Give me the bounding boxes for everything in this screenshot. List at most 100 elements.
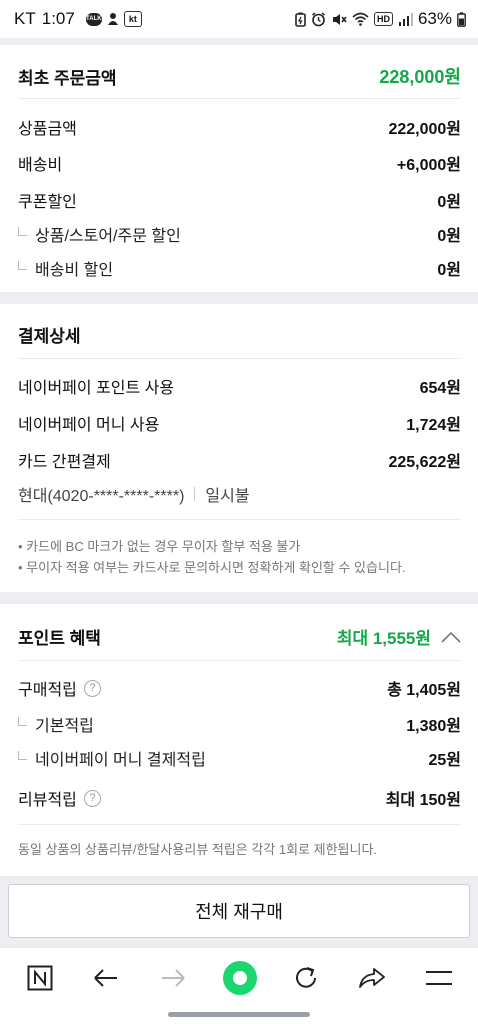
alarm-icon — [311, 11, 326, 27]
points-header-row[interactable]: 포인트 혜택 최대 1,555원 — [18, 624, 461, 649]
indent-icon — [18, 716, 27, 726]
note-line: • 무이자 적용 여부는 카드사로 문의하시면 정확하게 확인할 수 있습니다. — [18, 560, 406, 575]
mute-icon — [331, 12, 347, 27]
payment-title: 결제상세 — [18, 327, 81, 346]
sub-row-label: 배송비 할인 — [18, 256, 113, 280]
refresh-button[interactable] — [286, 962, 326, 994]
review-label-group: 리뷰적립 ? — [18, 786, 101, 810]
menu-button[interactable] — [419, 962, 459, 994]
points-benefit-card: 포인트 혜택 최대 1,555원 구매적립 ? 총 1,405원 기본적립 1,… — [0, 604, 478, 876]
kt-icon: kt — [123, 11, 142, 27]
row-label: 네이버페이 머니 사용 — [18, 417, 160, 434]
row-label: 네이버페이 포인트 사용 — [18, 380, 175, 397]
shipping-discount-row: 배송비 할인 0원 — [18, 256, 461, 280]
sub-row-label: 상품/스토어/주문 할인 — [18, 222, 181, 246]
card-notes: • 카드에 BC 마크가 없는 경우 무이자 할부 적용 불가 • 무이자 적용… — [18, 536, 461, 578]
wifi-icon — [352, 12, 369, 26]
points-max-group: 최대 1,555원 — [337, 624, 461, 649]
row-value: 최대 150원 — [385, 792, 461, 809]
sub-row-label: 기본적립 — [18, 712, 94, 736]
row-value: 222,000원 — [388, 121, 461, 138]
refresh-icon — [296, 967, 316, 988]
row-label: 상품금액 — [18, 121, 77, 138]
kakaotalk-icon: TALK — [85, 12, 102, 26]
divider — [18, 98, 461, 99]
npay-point-row: 네이버페이 포인트 사용 654원 — [18, 374, 461, 398]
row-label: 리뷰적립 — [18, 792, 77, 809]
row-label: 배송비 할인 — [35, 262, 114, 279]
row-value: 654원 — [419, 380, 461, 397]
row-label: 기본적립 — [35, 718, 94, 735]
row-value: 총 1,405원 — [387, 682, 461, 699]
purchase-points-row: 구매적립 ? 총 1,405원 — [18, 676, 461, 700]
card-info-row: 현대(4020-****-****-****) 일시불 — [18, 482, 461, 506]
order-total-amount: 228,000원 — [379, 67, 461, 87]
basic-points-row: 기본적립 1,380원 — [18, 712, 461, 736]
green-dot-icon — [223, 961, 257, 995]
naver-home-button[interactable] — [20, 962, 60, 994]
coupon-discount-row: 쿠폰할인 0원 — [18, 188, 461, 212]
naver-n-icon — [27, 965, 53, 991]
purchase-label-group: 구매적립 ? — [18, 676, 101, 700]
npay-money-row: 네이버페이 머니 사용 1,724원 — [18, 411, 461, 435]
arrow-left-icon — [94, 969, 117, 987]
note-line: • 카드에 BC 마크가 없는 경우 무이자 할부 적용 불가 — [18, 539, 301, 554]
review-note: 동일 상품의 상품리뷰/한달사용리뷰 적립은 각각 1회로 제한됩니다. — [18, 842, 378, 857]
row-label: 네이버페이 머니 결제적립 — [35, 752, 206, 769]
row-value: 0원 — [437, 194, 461, 211]
row-value: 25원 — [428, 752, 461, 769]
indent-icon — [18, 226, 27, 236]
row-label: 쿠폰할인 — [18, 194, 77, 211]
shipping-fee-row: 배송비 +6,000원 — [18, 151, 461, 175]
gesture-bar[interactable] — [168, 1012, 310, 1017]
carrier-label: KT — [14, 9, 36, 28]
green-dot-button[interactable] — [220, 961, 260, 995]
installment-label: 일시불 — [205, 488, 250, 505]
order-summary-card: 최초 주문금액 228,000원 상품금액 222,000원 배송비 +6,00… — [0, 45, 478, 292]
row-value: +6,000원 — [396, 157, 461, 174]
sub-row-label: 네이버페이 머니 결제적립 — [18, 746, 206, 770]
divider — [18, 519, 461, 520]
status-bar: KT 1:07 TALK kt HD 63% — [0, 0, 478, 38]
points-max-amount: 최대 1,555원 — [336, 629, 431, 648]
row-label: 배송비 — [18, 157, 63, 174]
person-icon — [107, 12, 119, 26]
rebuy-all-button[interactable]: 전체 재구매 — [8, 884, 470, 938]
points-title: 포인트 혜택 — [18, 629, 101, 648]
store-discount-row: 상품/스토어/주문 할인 0원 — [18, 222, 461, 246]
row-value: 1,380원 — [406, 718, 461, 735]
arrow-right-icon — [162, 969, 185, 987]
row-value: 225,622원 — [388, 454, 461, 471]
separator — [194, 487, 196, 501]
card-payment-row: 카드 간편결제 225,622원 — [18, 448, 461, 472]
row-label: 상품/스토어/주문 할인 — [35, 228, 181, 245]
help-icon[interactable]: ? — [83, 789, 101, 807]
hamburger-icon — [426, 971, 452, 985]
forward-button[interactable] — [153, 962, 193, 994]
divider — [18, 358, 461, 359]
hd-voice-icon: HD — [373, 12, 393, 26]
battery-icon — [457, 11, 466, 27]
divider — [18, 824, 461, 825]
payment-header-row: 결제상세 — [18, 322, 461, 347]
indent-icon — [18, 750, 27, 760]
money-points-row: 네이버페이 머니 결제적립 25원 — [18, 746, 461, 770]
order-total-row: 최초 주문금액 228,000원 — [18, 63, 461, 89]
row-value: 0원 — [437, 228, 461, 245]
status-left: KT 1:07 TALK kt — [14, 9, 142, 29]
row-value: 1,724원 — [406, 417, 461, 434]
share-button[interactable] — [352, 962, 392, 994]
battery-percent: 63% — [417, 9, 452, 28]
row-value: 0원 — [437, 262, 461, 279]
share-icon — [359, 968, 385, 988]
card-number: 현대(4020-****-****-****) — [18, 488, 185, 505]
row-label: 카드 간편결제 — [18, 454, 111, 471]
product-amount-row: 상품금액 222,000원 — [18, 115, 461, 139]
review-points-row: 리뷰적립 ? 최대 150원 — [18, 786, 461, 810]
clock: 1:07 — [41, 9, 75, 28]
chevron-up-icon[interactable] — [441, 631, 461, 643]
back-button[interactable] — [86, 962, 126, 994]
signal-icon — [398, 12, 413, 26]
divider — [18, 660, 461, 661]
help-icon[interactable]: ? — [83, 679, 101, 697]
